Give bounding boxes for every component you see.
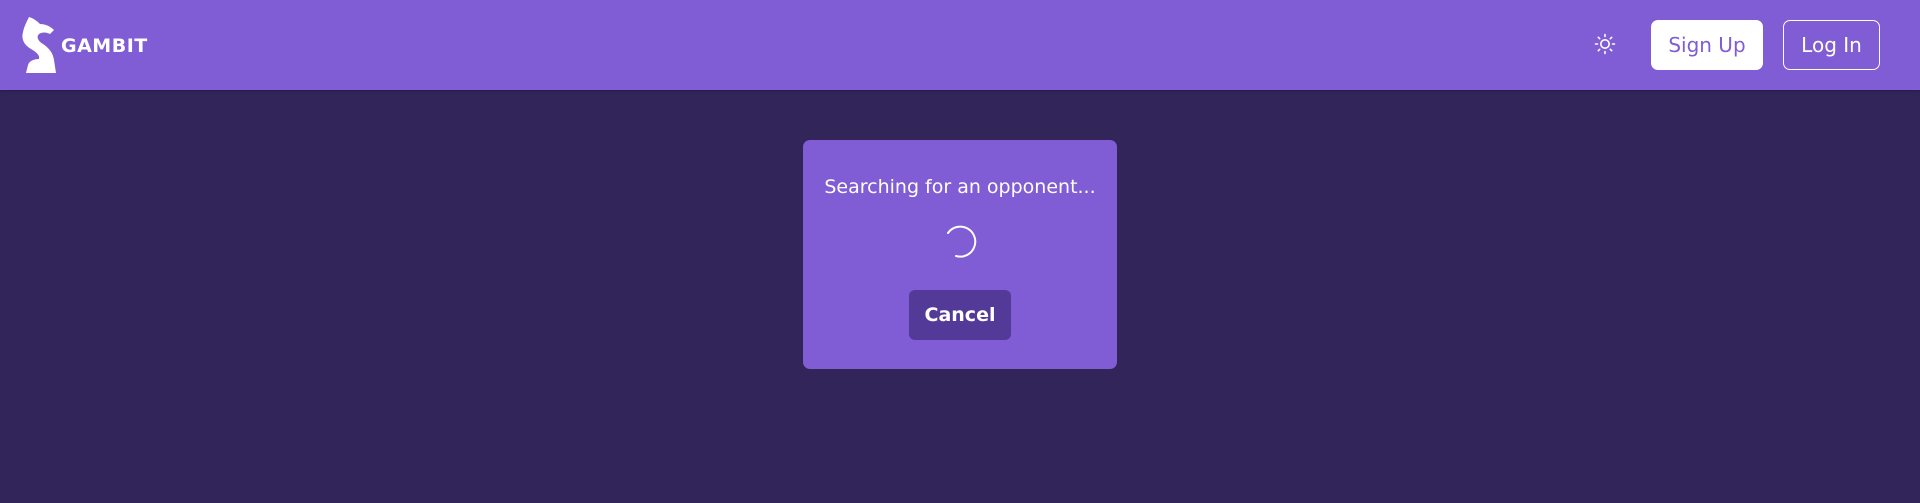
theme-toggle-button[interactable] [1590, 31, 1620, 61]
sign-up-button[interactable]: Sign Up [1651, 20, 1763, 70]
log-in-button[interactable]: Log In [1783, 20, 1880, 70]
top-navbar: GAMBIT Sign Up Log In [0, 0, 1920, 90]
matchmaking-dialog: Searching for an opponent... Cancel [803, 140, 1117, 369]
searching-message: Searching for an opponent... [824, 176, 1096, 198]
loading-spinner-icon [942, 223, 980, 261]
cancel-button[interactable]: Cancel [909, 290, 1011, 340]
chess-knight-icon [21, 15, 59, 75]
sun-icon [1594, 33, 1616, 59]
logo-text: GAMBIT [61, 35, 148, 57]
logo-link[interactable]: GAMBIT [21, 15, 148, 75]
